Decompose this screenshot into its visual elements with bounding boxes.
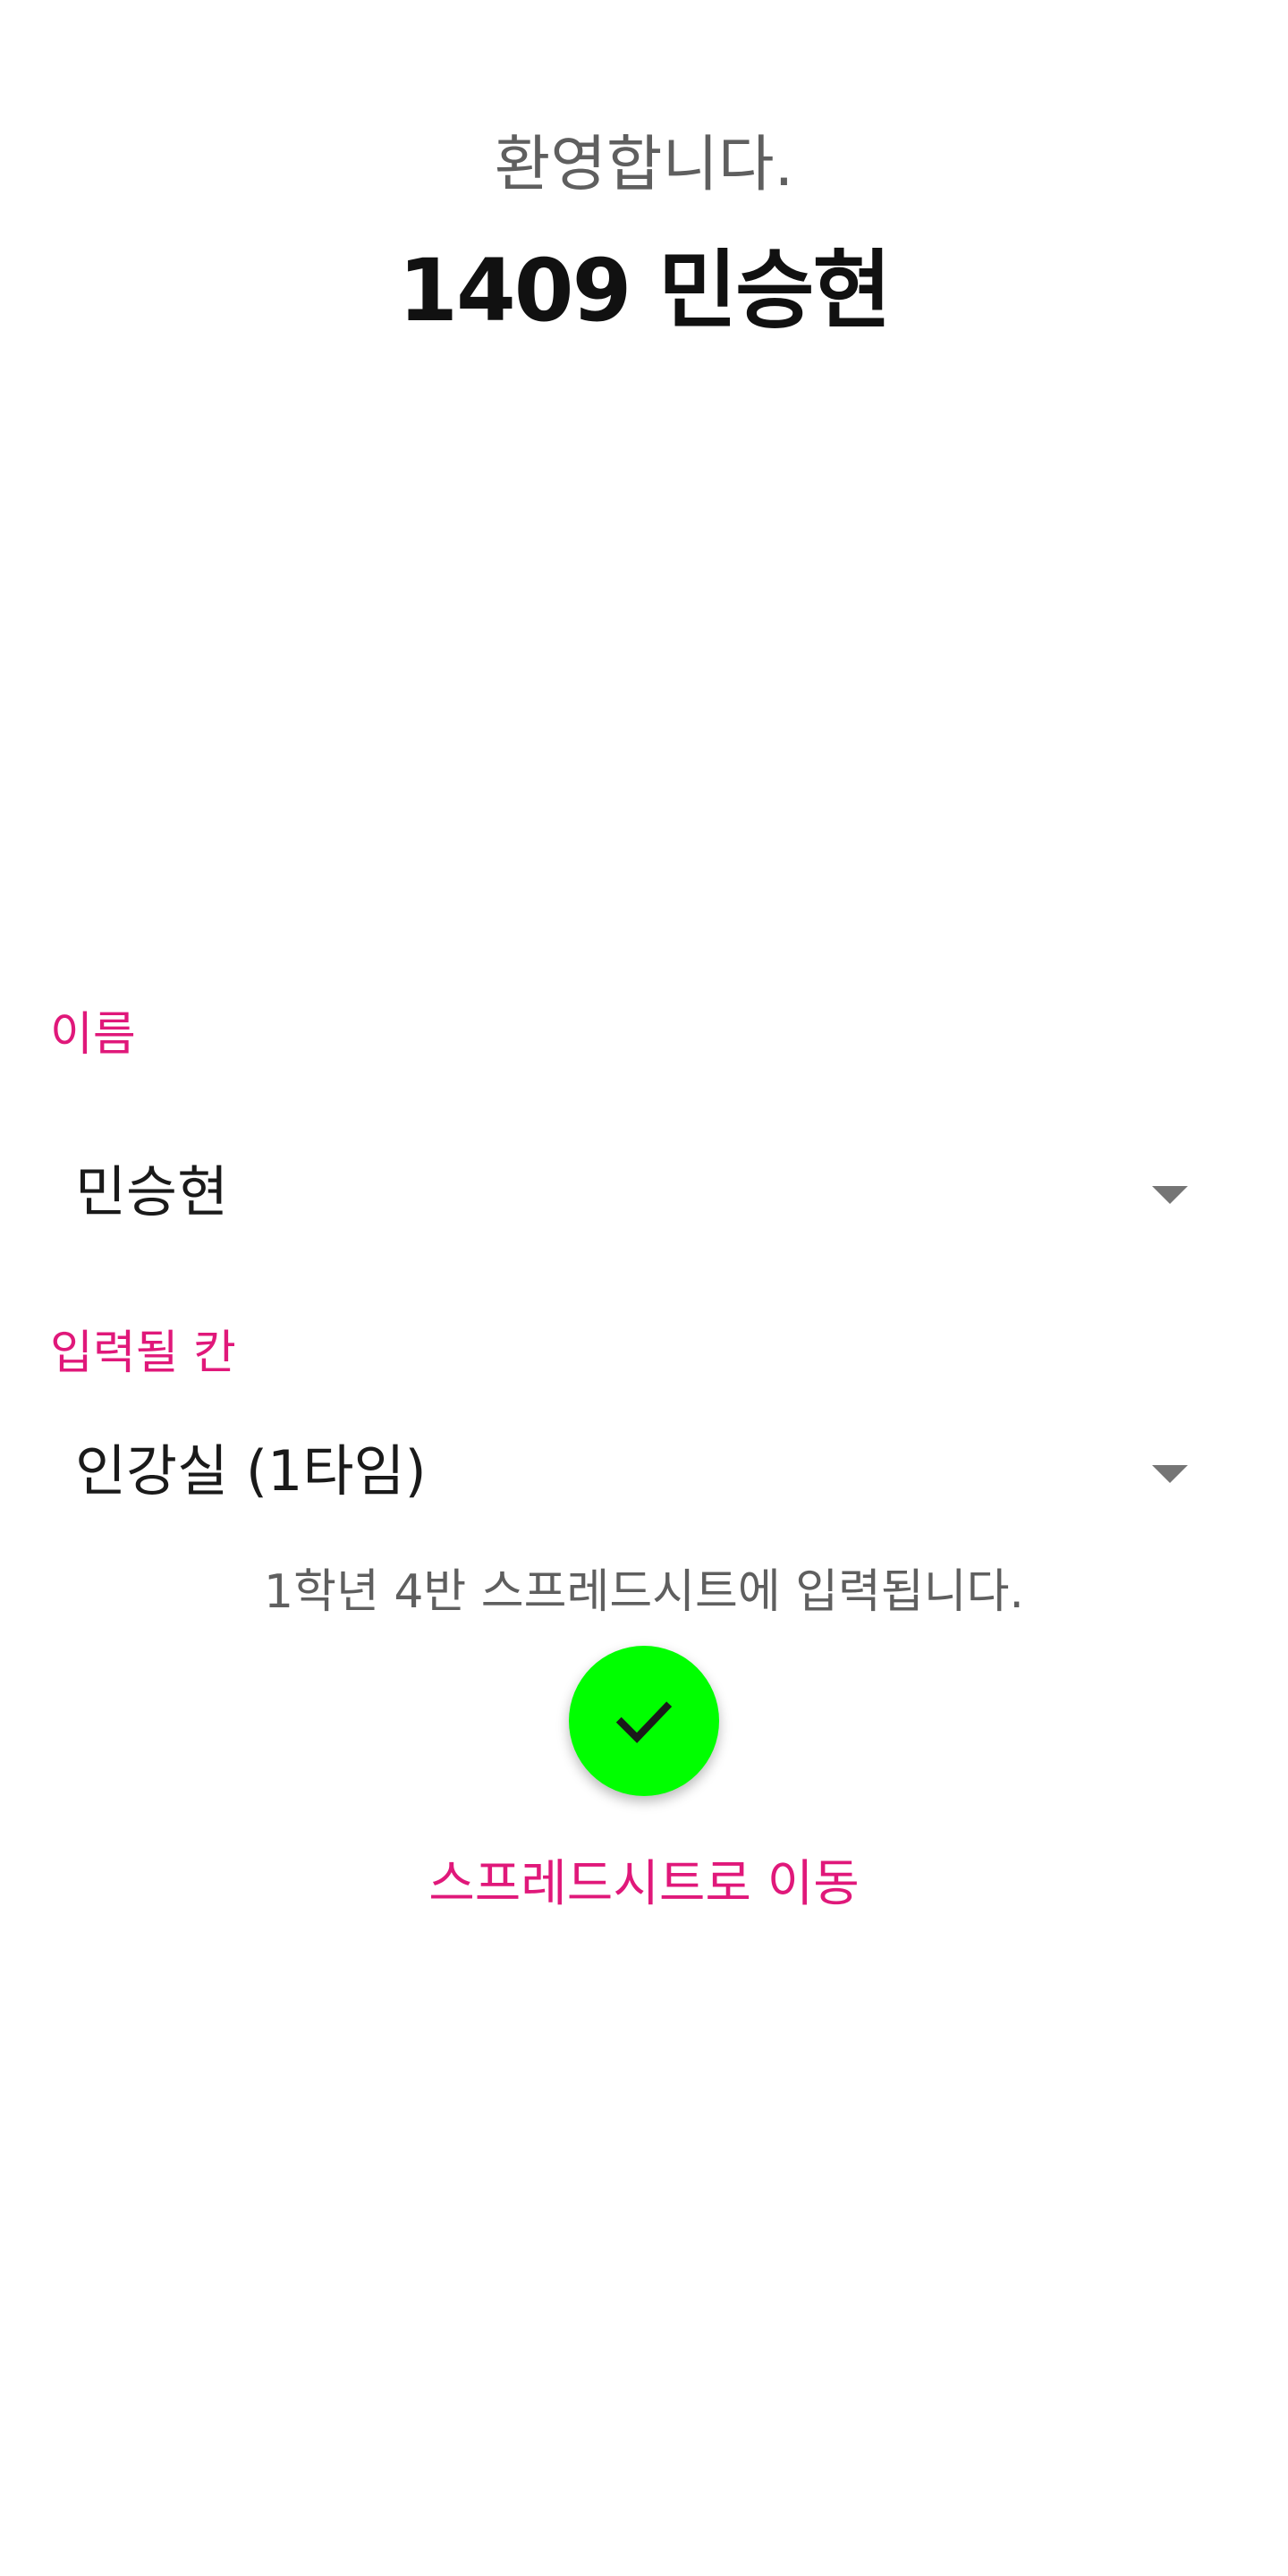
info-message: 1학년 4반 스프레드시트에 입력됩니다. — [264, 1565, 1024, 1619]
name-dropdown-value: 민승현 — [75, 1159, 229, 1224]
spreadsheet-link[interactable]: 스프레드시트로 이동 — [0, 1852, 1288, 1918]
confirm-button[interactable] — [569, 1646, 719, 1796]
check-icon — [615, 1701, 673, 1743]
name-dropdown[interactable]: 민승현 — [50, 1143, 1204, 1241]
cell-dropdown-value: 인강실 (1타임) — [75, 1438, 427, 1504]
dropdown-arrow-icon — [1152, 1186, 1188, 1204]
cell-dropdown[interactable]: 인강실 (1타임) — [50, 1422, 1204, 1521]
name-label: 이름 — [50, 1008, 136, 1062]
user-title: 1409 민승현 — [398, 241, 892, 341]
welcome-text: 환영합니다. — [494, 130, 794, 200]
dropdown-arrow-icon — [1152, 1465, 1188, 1483]
cell-label: 입력될 칸 — [50, 1326, 236, 1380]
